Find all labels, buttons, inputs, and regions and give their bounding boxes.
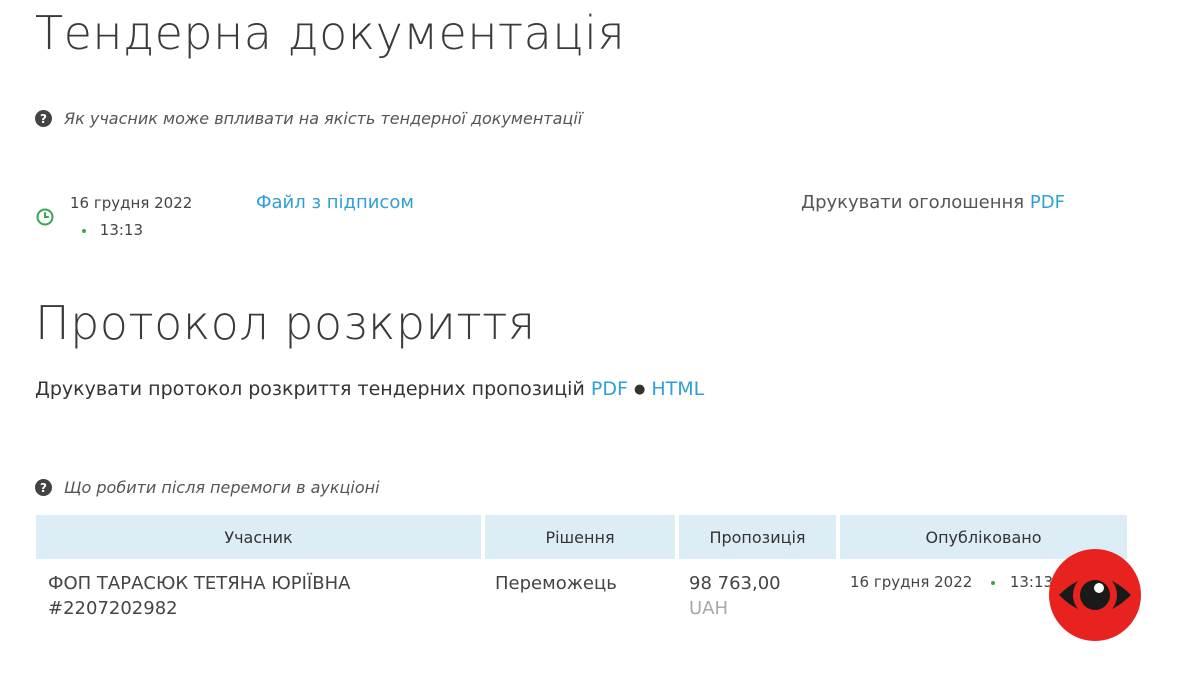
question-circle-icon: ? bbox=[35, 479, 52, 496]
table-header-row: Учасник Рішення Пропозиція Опубліковано bbox=[36, 515, 1127, 559]
print-announcement: Друкувати оголошення PDF bbox=[801, 192, 1065, 213]
column-header-participant: Учасник bbox=[36, 515, 481, 559]
print-announcement-pdf-link[interactable]: PDF bbox=[1030, 192, 1065, 213]
offer-cell: 98 763,00 UAH bbox=[679, 559, 836, 620]
status-dot bbox=[991, 580, 996, 585]
published-date: 16 грудня 2022 bbox=[850, 573, 973, 591]
auction-help-text[interactable]: Що робити після перемоги в аукціоні bbox=[64, 478, 380, 497]
protocol-print-row: Друкувати протокол розкриття тендерних п… bbox=[35, 378, 704, 400]
offer-currency: UAH bbox=[689, 598, 729, 619]
tender-docs-help[interactable]: ? Як учасник може впливати на якість тен… bbox=[35, 109, 582, 128]
protocol-pdf-link[interactable]: PDF bbox=[591, 378, 628, 400]
question-circle-icon: ? bbox=[35, 110, 52, 127]
protocol-title: Протокол розкриття bbox=[35, 296, 536, 350]
table-row: ФОП ТАРАСЮК ТЕТЯНА ЮРІЇВНА #2207202982 П… bbox=[36, 559, 1127, 620]
status-dot bbox=[82, 228, 86, 233]
decision-cell: Переможець bbox=[495, 573, 617, 594]
protocol-print-label: Друкувати протокол розкриття тендерних п… bbox=[35, 378, 585, 400]
tender-docs-date: 16 грудня 2022 bbox=[70, 194, 193, 212]
auction-help[interactable]: ? Що робити після перемоги в аукціоні bbox=[35, 478, 380, 497]
participant-cell: ФОП ТАРАСЮК ТЕТЯНА ЮРІЇВНА #2207202982 bbox=[36, 559, 481, 620]
protocol-html-link[interactable]: HTML bbox=[651, 378, 704, 400]
offer-amount: 98 763,00 bbox=[689, 573, 781, 594]
tender-docs-help-text[interactable]: Як учасник може впливати на якість тенде… bbox=[64, 109, 582, 128]
column-header-offer: Пропозиція bbox=[679, 515, 836, 559]
bids-table: Учасник Рішення Пропозиція Опубліковано … bbox=[32, 515, 1131, 620]
signed-file-link[interactable]: Файл з підписом bbox=[256, 192, 414, 213]
print-announcement-label: Друкувати оголошення bbox=[801, 192, 1025, 213]
column-header-decision: Рішення bbox=[485, 515, 675, 559]
participant-id: #2207202982 bbox=[48, 598, 178, 619]
separator-dot: ● bbox=[633, 382, 646, 397]
participant-name: ФОП ТАРАСЮК ТЕТЯНА ЮРІЇВНА bbox=[48, 573, 351, 594]
clock-icon bbox=[36, 208, 54, 226]
tender-docs-time: 13:13 bbox=[99, 221, 144, 239]
tender-docs-title: Тендерна документація bbox=[35, 6, 626, 60]
tender-docs-time-row: 13:13 bbox=[82, 221, 143, 239]
eye-logo-icon bbox=[1049, 549, 1141, 641]
